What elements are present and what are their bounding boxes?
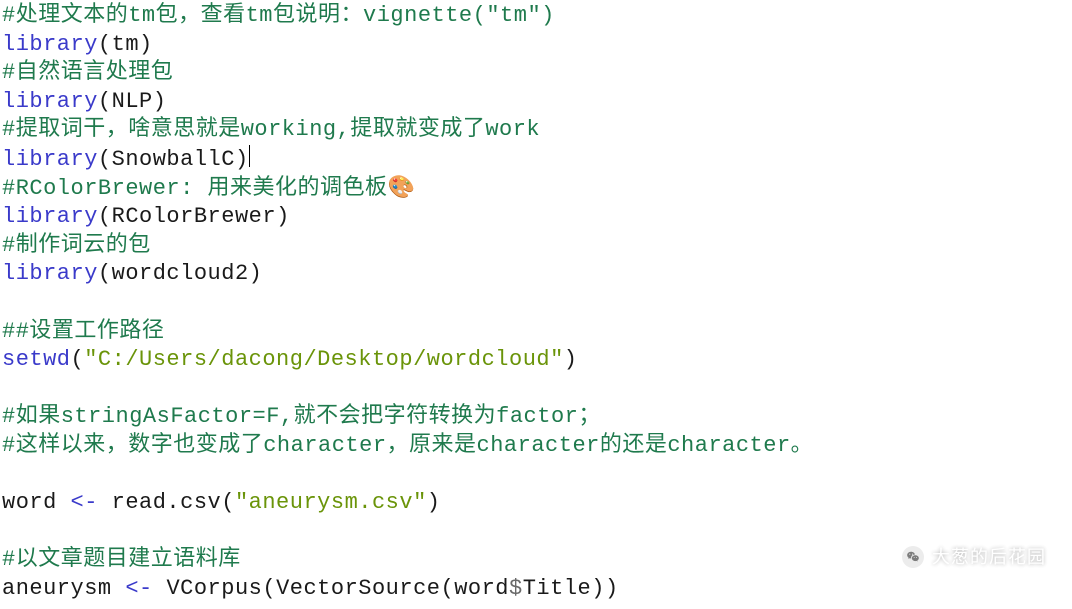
palette-icon: 🎨 (388, 176, 416, 201)
var-word: word (2, 490, 57, 515)
paren-open: ( (262, 576, 276, 601)
paren-close: ) (139, 32, 153, 57)
paren-open: ( (98, 204, 112, 229)
code-vignette-call: vignette("tm") (363, 3, 555, 28)
comment-stringasfactor: #如果stringAsFactor=F,就不会把字符转换为factor； (2, 404, 601, 429)
arg-snowball: SnowballC (112, 147, 235, 172)
str-csv: "aneurysm.csv" (235, 490, 427, 515)
fn-readcsv: read.csv (112, 490, 222, 515)
paren-close: ) (235, 147, 249, 172)
wechat-icon (902, 546, 924, 568)
fn-library: library (2, 32, 98, 57)
comment-tm-pkg: #处理文本的tm包，查看tm包说明： (2, 3, 363, 28)
comment-stem: #提取词干，啥意思就是working,提取就变成了work (2, 117, 540, 142)
fn-library: library (2, 89, 98, 114)
paren-close: ) (605, 576, 619, 601)
paren-close: ) (427, 490, 441, 515)
comment-character: #这样以来，数字也变成了character，原来是character的还是cha… (2, 433, 813, 458)
paren-open: ( (98, 261, 112, 286)
paren-open: ( (221, 490, 235, 515)
comment-wordcloud: #制作词云的包 (2, 233, 151, 258)
assign-op: <- (125, 576, 152, 601)
watermark: 大葱的后花园 (902, 546, 1046, 569)
paren-open: ( (98, 89, 112, 114)
fn-library: library (2, 204, 98, 229)
assign-op: <- (71, 490, 98, 515)
paren-open: ( (441, 576, 455, 601)
paren-close: ) (564, 347, 578, 372)
paren-open: ( (98, 147, 112, 172)
comment-nlp: #自然语言处理包 (2, 60, 173, 85)
comment-corpus: #以文章题目建立语料库 (2, 547, 241, 572)
arg-tm: tm (112, 32, 139, 57)
fn-setwd: setwd (2, 347, 71, 372)
arg-wordcloud2: wordcloud2 (112, 261, 249, 286)
fn-vcorpus: VCorpus (166, 576, 262, 601)
paren-close: ) (276, 204, 290, 229)
watermark-text: 大葱的后花园 (932, 546, 1046, 569)
col-title: Title (523, 576, 592, 601)
text-cursor (249, 145, 250, 167)
arg-nlp: NLP (112, 89, 153, 114)
comment-workdir: ##设置工作路径 (2, 319, 164, 344)
var-aneurysm: aneurysm (2, 576, 112, 601)
var-word-ref: word (454, 576, 509, 601)
paren-close: ) (153, 89, 167, 114)
paren-close: ) (249, 261, 263, 286)
paren-open: ( (71, 347, 85, 372)
arg-rcolorbrewer: RColorBrewer (112, 204, 276, 229)
paren-close: ) (591, 576, 605, 601)
fn-library: library (2, 147, 98, 172)
str-path: "C:/Users/dacong/Desktop/wordcloud" (84, 347, 564, 372)
dollar-op: $ (509, 576, 523, 601)
comment-rcolorbrewer: #RColorBrewer: 用来美化的调色板 (2, 176, 388, 201)
fn-vectorsource: VectorSource (276, 576, 440, 601)
fn-library: library (2, 261, 98, 286)
paren-open: ( (98, 32, 112, 57)
